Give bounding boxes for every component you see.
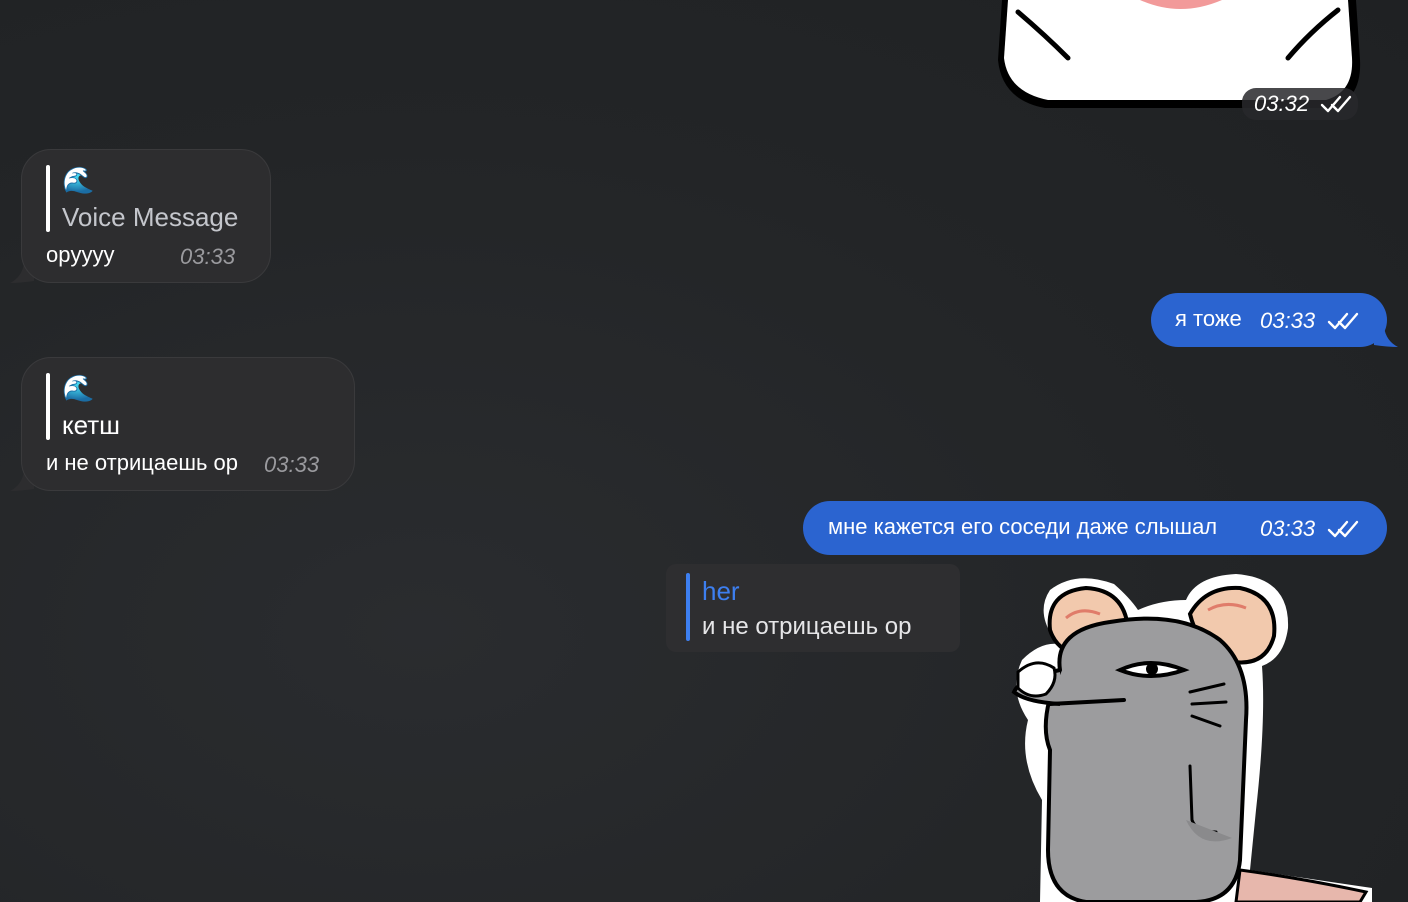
wave-emoji-icon: 🌊: [62, 166, 95, 196]
quote-author-name: her: [702, 576, 740, 606]
message-time: 03:33: [1260, 516, 1316, 541]
double-check-icon: [1327, 312, 1359, 330]
incoming-message-bubble[interactable]: 🌊 кетш и не отрицаешь ор 03:33: [21, 357, 355, 491]
outgoing-message-bubble[interactable]: я тоже 03:33: [1151, 293, 1387, 347]
quote-indicator-bar: [686, 573, 690, 641]
grey-mouse-sticker-icon: [1011, 574, 1372, 902]
quoted-reply-box[interactable]: her и не отрицаешь ор: [666, 564, 960, 652]
message-text: я тоже: [1175, 306, 1242, 331]
outgoing-message-bubble[interactable]: мне кажется его соседи даже слышал 03:33: [803, 501, 1387, 555]
sticker-message-mouse[interactable]: [1000, 570, 1380, 902]
sticker-timestamp-badge: 03:32: [1242, 88, 1358, 120]
message-text: opyyyy: [46, 242, 115, 267]
double-check-icon: [1327, 520, 1359, 538]
message-time: 03:32: [1254, 91, 1310, 116]
message-time: 03:33: [1260, 308, 1316, 333]
wave-emoji-icon: 🌊: [62, 374, 95, 404]
reply-indicator-bar: [46, 373, 50, 440]
message-text: мне кажется его соседи даже слышал: [828, 514, 1218, 539]
message-time: 03:33: [180, 244, 236, 269]
reply-preview-text[interactable]: кетш: [62, 410, 120, 440]
incoming-message-bubble[interactable]: 🌊 Voice Message opyyyy 03:33: [21, 149, 271, 283]
quote-text: и не отрицаешь ор: [702, 613, 912, 640]
message-text: и не отрицаешь ор: [46, 450, 239, 475]
message-time: 03:33: [264, 452, 320, 477]
double-check-icon: [1320, 95, 1352, 113]
reply-indicator-bar: [46, 165, 50, 232]
reply-preview-text[interactable]: Voice Message: [62, 202, 238, 232]
